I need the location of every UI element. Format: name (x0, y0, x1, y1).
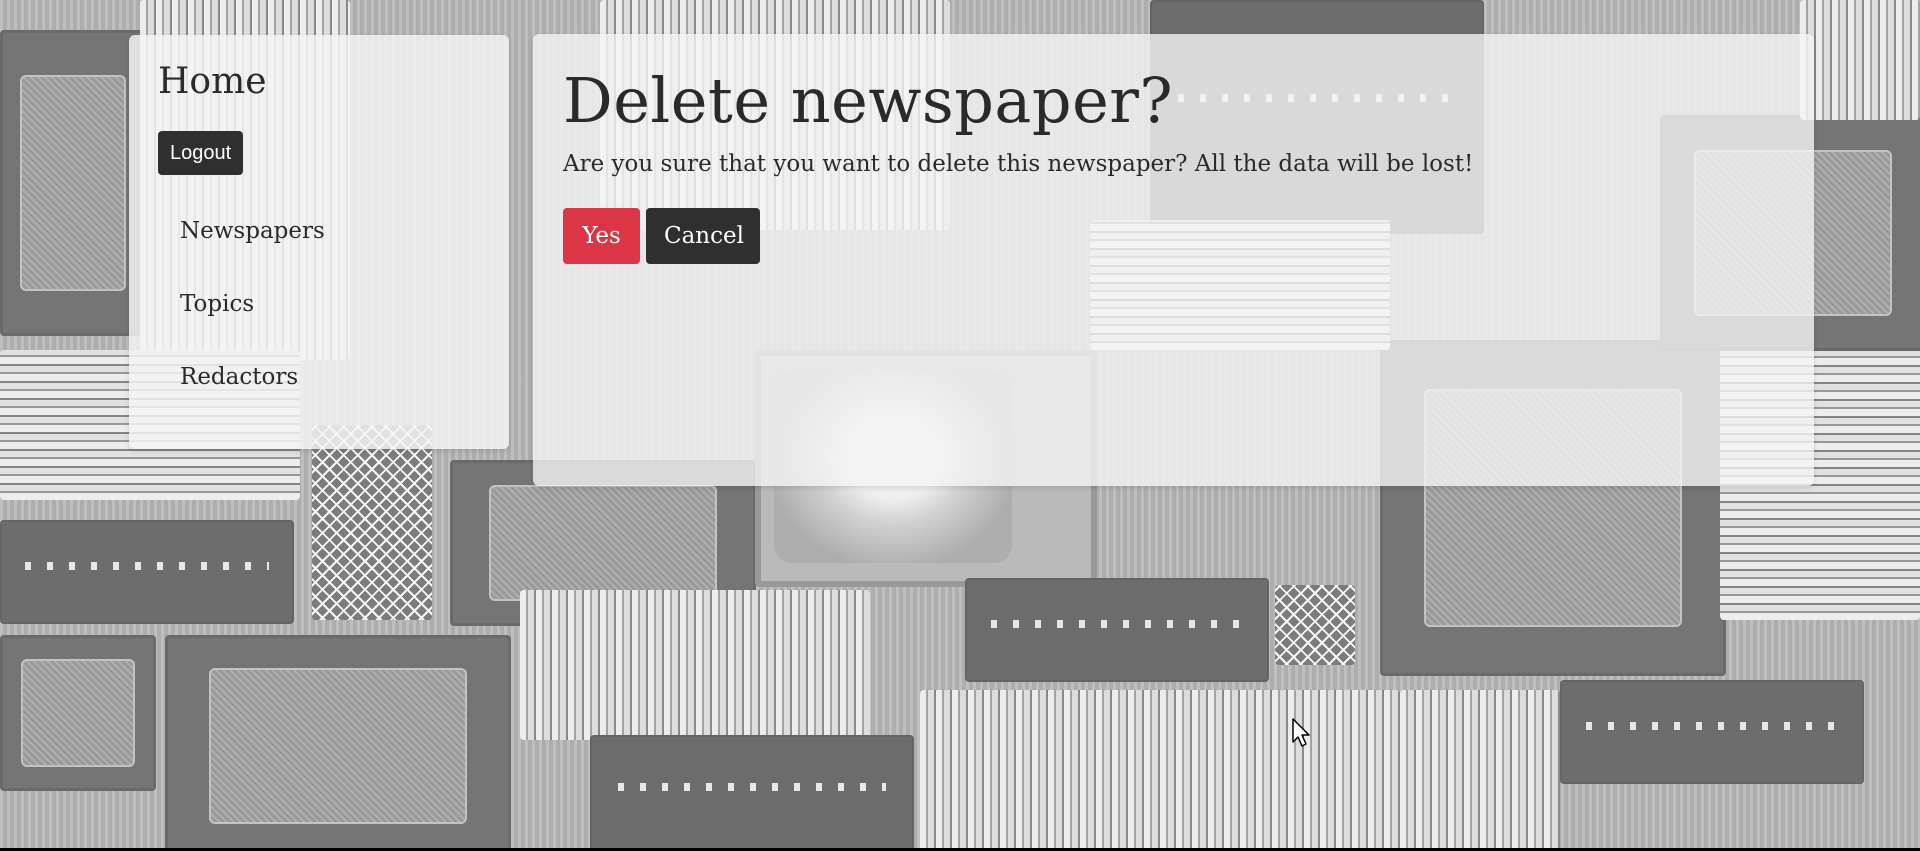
logout-button[interactable]: Logout (158, 131, 244, 175)
sidebar: Home Logout Newspapers Topics Redactors (129, 35, 509, 449)
yes-button[interactable]: Yes (563, 208, 640, 264)
nav-item-newspapers[interactable]: Newspapers (180, 218, 325, 244)
nav-item-redactors[interactable]: Redactors (180, 364, 298, 390)
home-link[interactable]: Home (158, 61, 267, 102)
delete-confirmation-panel: Delete newspaper? Are you sure that you … (533, 34, 1814, 486)
page-title: Delete newspaper? (563, 64, 1174, 137)
nav-item-topics[interactable]: Topics (180, 291, 254, 317)
cancel-button[interactable]: Cancel (646, 208, 760, 264)
confirmation-message: Are you sure that you want to delete thi… (563, 151, 1474, 177)
